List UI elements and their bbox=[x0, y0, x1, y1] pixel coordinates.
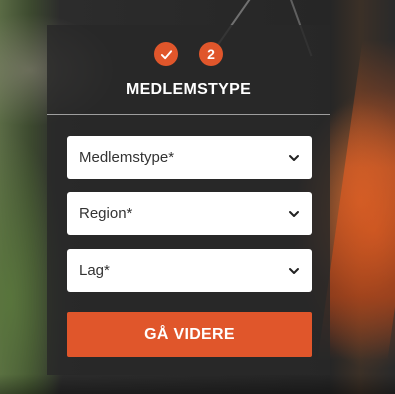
team-select[interactable]: Lag* bbox=[67, 249, 312, 292]
region-select[interactable]: Region* bbox=[67, 192, 312, 235]
chevron-down-icon bbox=[288, 208, 300, 220]
membership-type-select[interactable]: Medlemstype* bbox=[67, 136, 312, 179]
step-indicator: 2 bbox=[47, 42, 330, 66]
select-value: Lag* bbox=[79, 262, 110, 279]
continue-button[interactable]: GÅ VIDERE bbox=[67, 312, 312, 357]
chevron-down-icon bbox=[288, 152, 300, 164]
check-icon bbox=[160, 49, 172, 59]
step-1-completed bbox=[154, 42, 178, 66]
chevron-down-icon bbox=[288, 265, 300, 277]
select-value: Region* bbox=[79, 205, 133, 222]
step-2-current: 2 bbox=[199, 42, 223, 66]
step-number: 2 bbox=[207, 46, 215, 62]
screen: 2 MEDLEMSTYPE Medlemstype* Region* Lag* … bbox=[0, 0, 395, 394]
divider bbox=[47, 114, 330, 115]
membership-form-panel: 2 MEDLEMSTYPE Medlemstype* Region* Lag* … bbox=[47, 25, 330, 375]
form-title: MEDLEMSTYPE bbox=[125, 81, 252, 98]
background-shadow bbox=[0, 374, 395, 394]
select-value: Medlemstype* bbox=[79, 149, 175, 166]
